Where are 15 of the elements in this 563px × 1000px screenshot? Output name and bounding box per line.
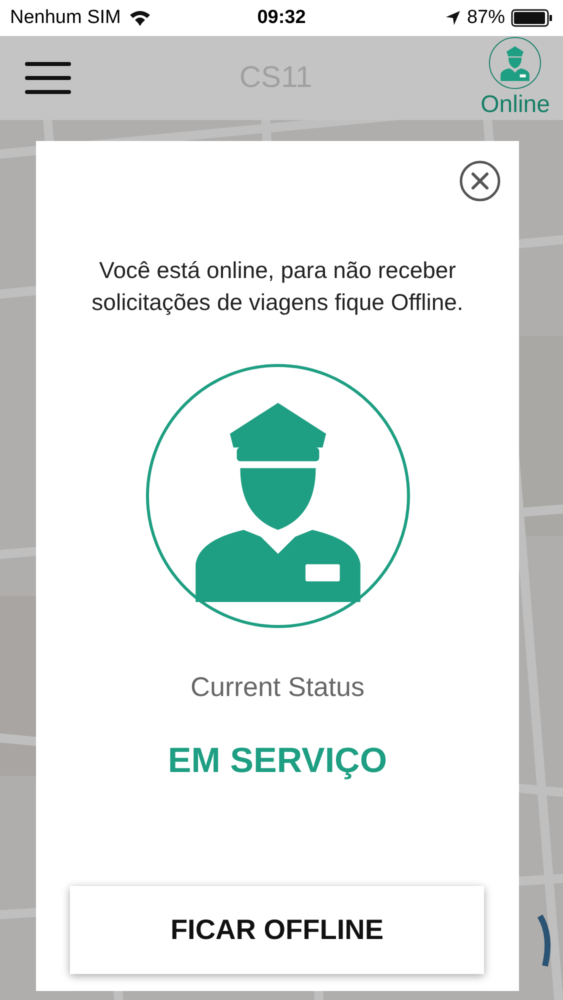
dialog-message: Você está online, para não receber solicitações de viagens fique Offline. xyxy=(90,256,464,317)
wifi-icon xyxy=(128,10,151,26)
battery-percent: 87% xyxy=(466,7,505,29)
menu-button[interactable] xyxy=(25,61,71,95)
close-button[interactable] xyxy=(459,160,501,202)
status-caption: Current Status xyxy=(190,672,365,703)
carrier-label: Nenhum SIM xyxy=(10,7,121,29)
location-arrow-icon xyxy=(444,10,461,26)
driver-status-avatar[interactable] xyxy=(489,37,542,89)
go-offline-button[interactable]: FICAR OFFLINE xyxy=(70,886,484,974)
battery-icon xyxy=(511,9,553,27)
officer-icon xyxy=(500,45,530,81)
clock-time: 09:32 xyxy=(257,7,306,29)
status-value: EM SERVIÇO xyxy=(168,741,388,781)
online-status-label: Online xyxy=(480,91,550,119)
